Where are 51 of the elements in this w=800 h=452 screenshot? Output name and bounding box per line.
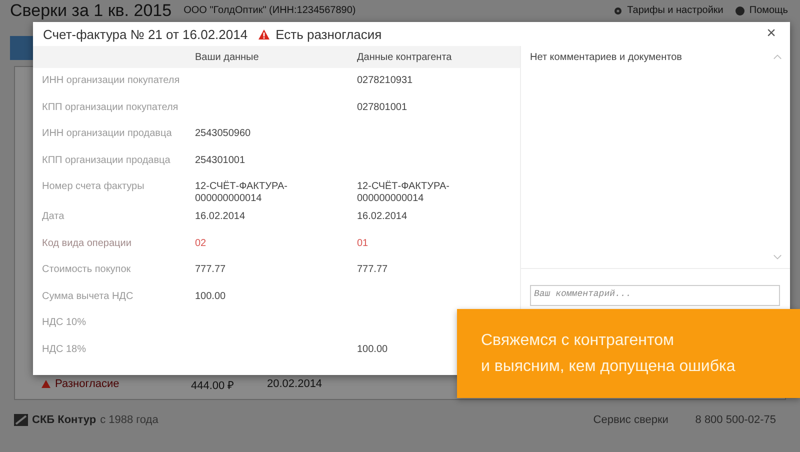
callout-text: и выясним, кем допущена ошибка [481, 358, 736, 376]
field-value: 12-СЧЁТ-ФАКТУРА-000000000014 [357, 181, 450, 204]
field-value: 100.00 [195, 290, 226, 302]
field-value: 254301001 [195, 154, 246, 166]
warning-icon [41, 379, 51, 389]
scroll-down-icon[interactable] [772, 254, 782, 260]
field-value: 0278210931 [357, 75, 413, 86]
close-button[interactable]: × [764, 25, 778, 43]
field-value: 01 [357, 238, 368, 248]
field-value: 16.02.2014 [357, 211, 408, 222]
dialog-status: Есть разногласия [276, 26, 382, 42]
brand-name: СКБ Контур [32, 414, 96, 426]
field-value: 777.77 [195, 264, 226, 275]
brand-since: с 1988 года [100, 414, 158, 426]
date-text: 20.02.2014 [267, 378, 322, 390]
gear-icon [613, 6, 624, 16]
status-label: Разногласие [41, 378, 191, 390]
field-label: Сумма вычета НДС [42, 290, 134, 302]
page-title: Сверки за 1 кв. 2015 [10, 0, 172, 20]
field-value: 02 [195, 238, 206, 248]
field-value: 16.02.2014 [195, 211, 246, 222]
field-value: 12-СЧЁТ-ФАКТУРА-000000000014 [195, 181, 288, 204]
field-label: Номер счета фактуры [42, 181, 146, 192]
header-link[interactable]: Тарифы и настройки [613, 5, 724, 16]
logo-icon [14, 414, 28, 426]
column-header: Ваши данные [195, 52, 260, 62]
field-label: КПП организации продавца [42, 154, 172, 166]
header-link[interactable]: Помощь [735, 5, 788, 16]
field-label: Код вида операции [42, 238, 132, 248]
field-value: 100.00 [357, 344, 388, 354]
callout-text: Свяжемся с контрагентом [481, 332, 675, 350]
field-label: НДС 18% [42, 344, 88, 354]
field-label: ИНН организации продавца [42, 128, 173, 139]
warning-icon [258, 28, 270, 40]
column-header: Данные контрагента [357, 52, 453, 62]
footer-link[interactable]: Сервис сверки [593, 414, 692, 426]
field-label: ИНН организации покупателя [42, 75, 181, 86]
field-value: 027801001 [357, 102, 408, 112]
field-label: КПП организации покупателя [42, 102, 180, 112]
scroll-up-icon[interactable] [772, 54, 782, 60]
empty-comments-text: Нет комментариев и документов [529, 51, 683, 65]
field-value: 777.77 [357, 264, 388, 275]
field-value: 2543050960 [195, 128, 251, 139]
amount-text: 444.00 ₽ [191, 378, 235, 392]
organization-name: ООО "ГолдОптик" (ИНН:1234567890) [184, 5, 356, 16]
field-label: НДС 10% [42, 317, 88, 328]
field-label: Дата [42, 211, 66, 222]
phone-number: 8 800 500-02-75 [695, 414, 776, 426]
field-label: Стоимость покупок [42, 264, 132, 275]
comment-field[interactable]: Ваш комментарий... [530, 285, 780, 306]
dialog-title: Счет-фактура № 21 от 16.02.2014 [43, 26, 248, 42]
